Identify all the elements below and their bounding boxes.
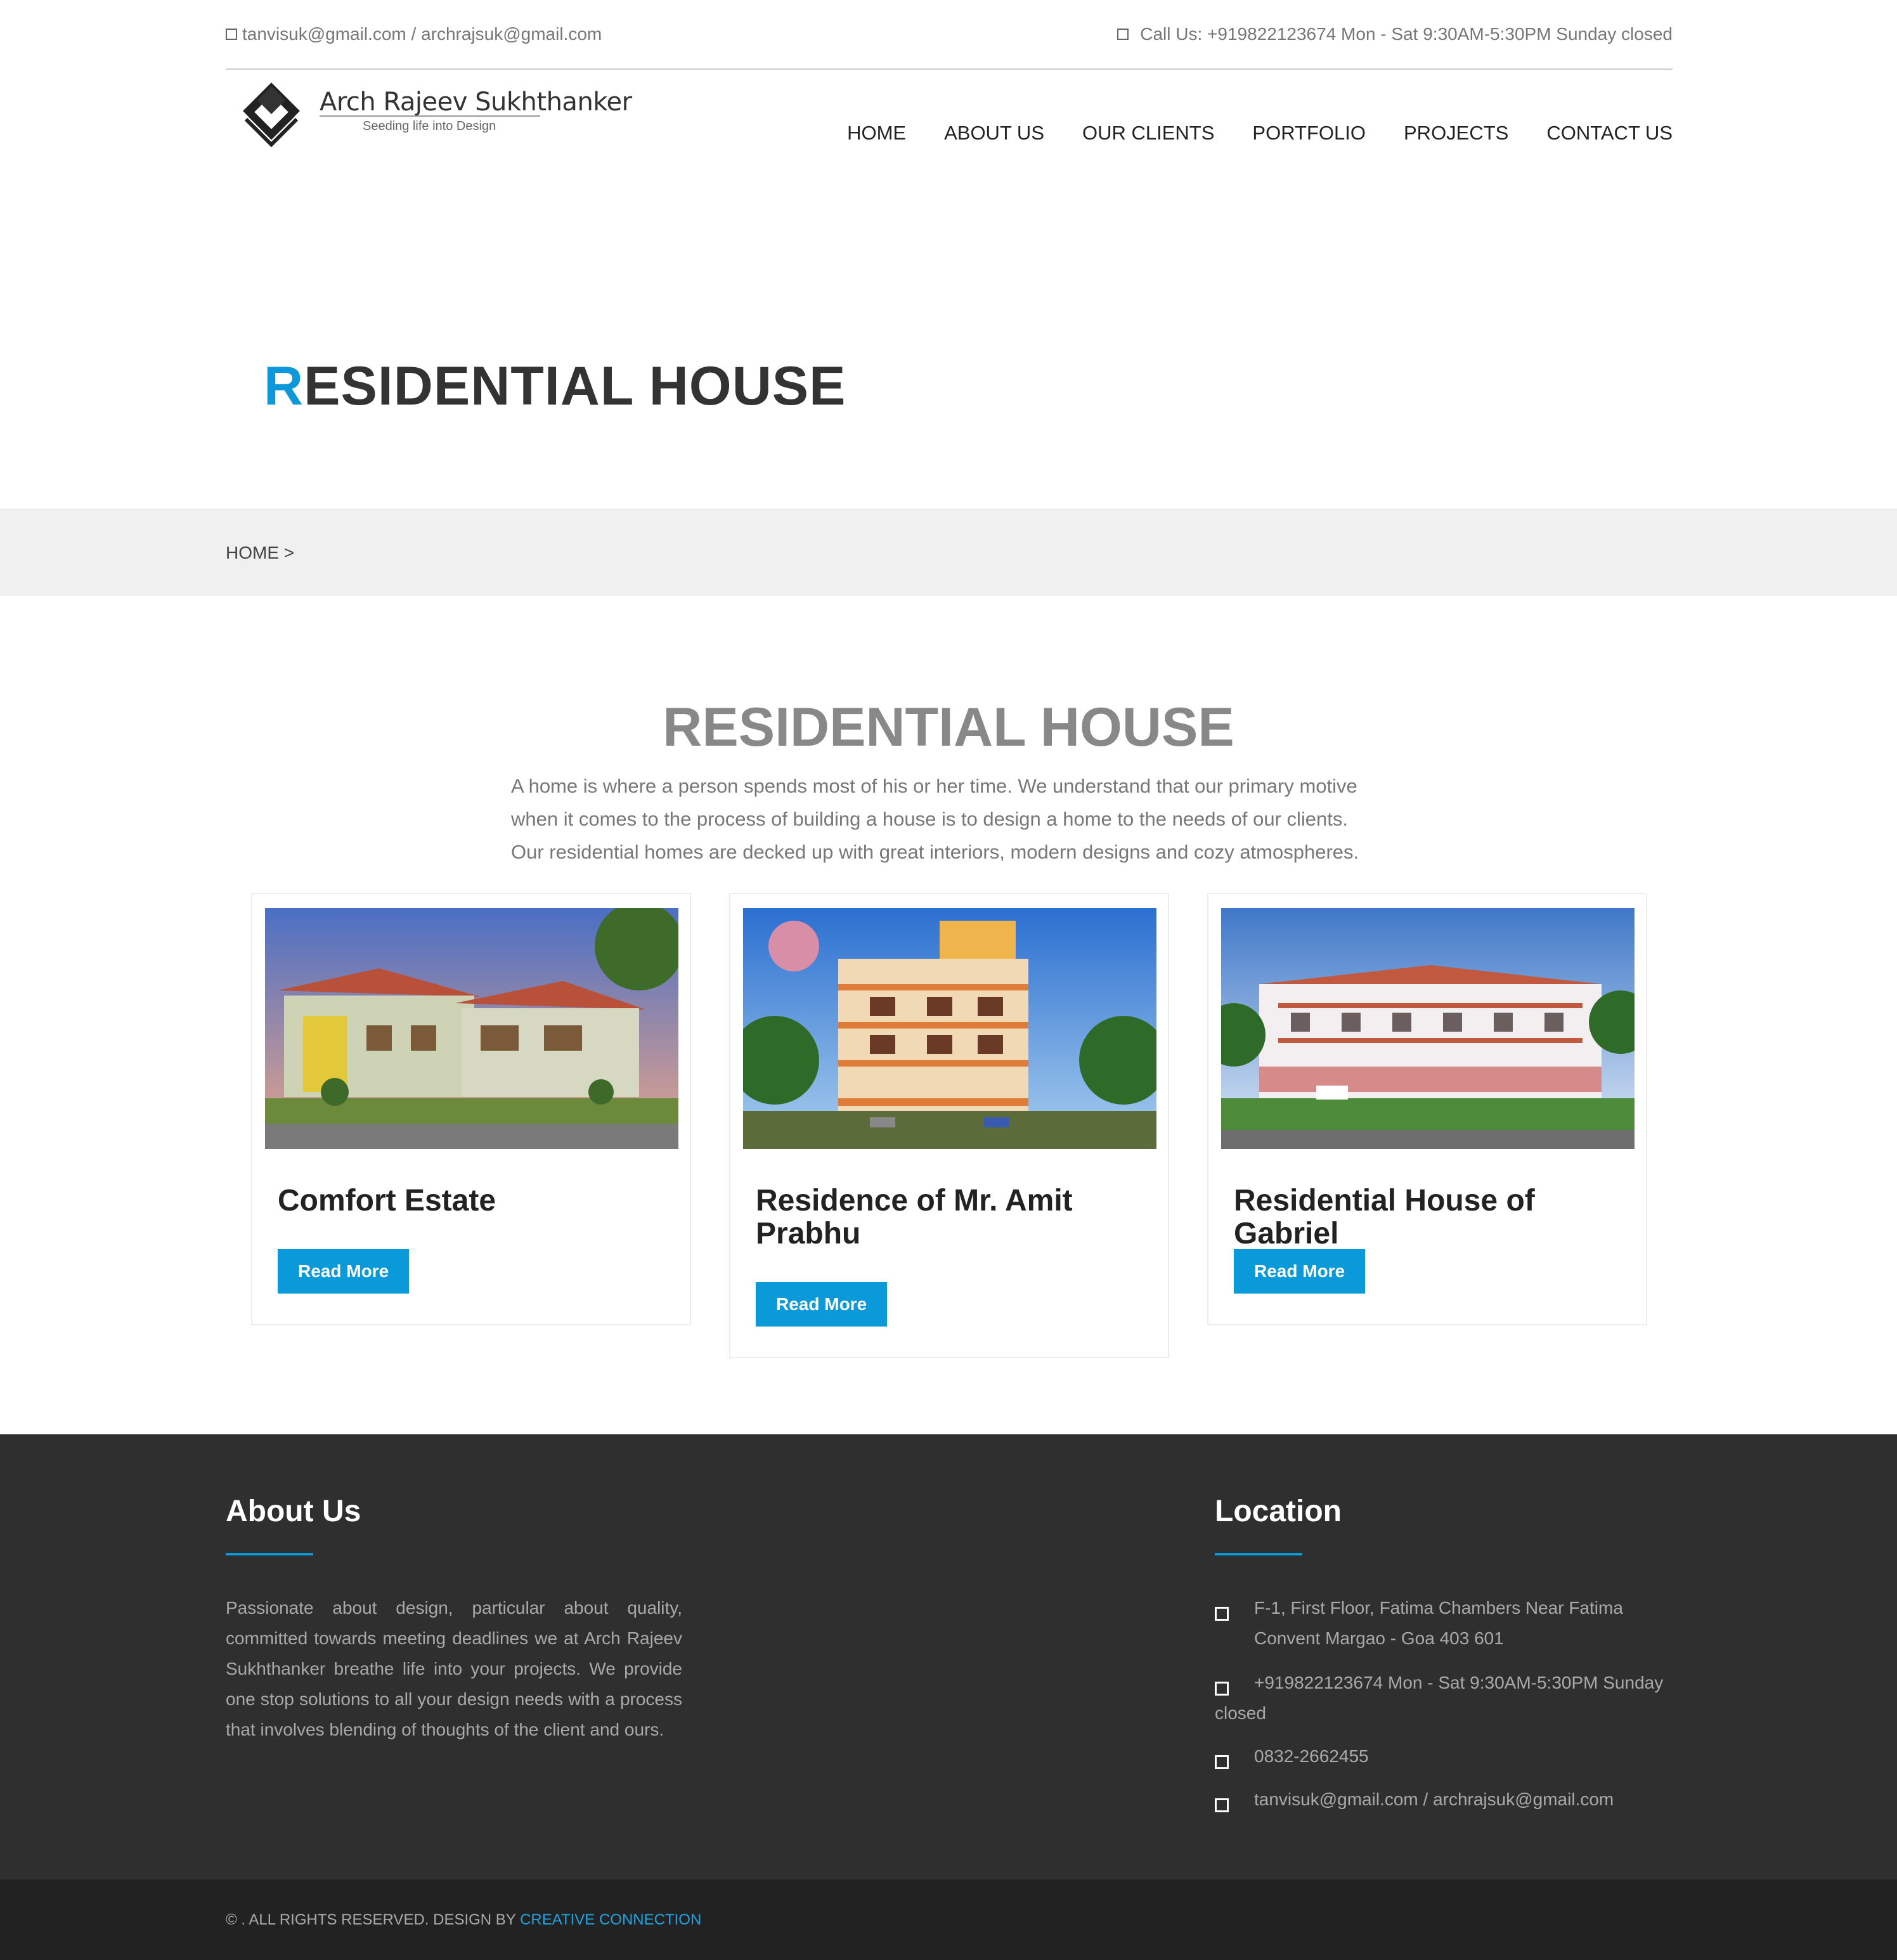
- site-logo[interactable]: Arch Rajeev Sukhthanker Seeding life int…: [232, 75, 632, 156]
- top-call[interactable]: Call Us: +919822123674 Mon - Sat 9:30AM-…: [1117, 24, 1673, 44]
- main-nav: HOME ABOUT US OUR CLIENTS PORTFOLIO PROJ…: [809, 122, 1673, 145]
- project-title[interactable]: Residential House of Gabriel: [1234, 1184, 1627, 1250]
- footer-about-underline: [226, 1553, 313, 1555]
- nav-portfolio[interactable]: PORTFOLIO: [1252, 122, 1366, 145]
- footer-landline: 0832-2662455: [1215, 1741, 1369, 1772]
- envelope-icon: [1215, 1798, 1229, 1812]
- read-more-button[interactable]: Read More: [278, 1249, 410, 1294]
- footer-location-title: Location: [1215, 1495, 1342, 1528]
- logo-divider: [320, 115, 540, 117]
- page-title-rest: ESIDENTIAL HOUSE: [304, 356, 846, 417]
- footer-address: F-1, First Floor, Fatima Chambers Near F…: [1215, 1593, 1671, 1654]
- nav-contact-us[interactable]: CONTACT US: [1546, 122, 1673, 145]
- top-email[interactable]: tanvisuk@gmail.com / archrajsuk@gmail.co…: [226, 24, 602, 44]
- breadcrumb: HOME >: [0, 509, 1897, 596]
- project-image[interactable]: [265, 908, 678, 1149]
- designer-link[interactable]: CREATIVE CONNECTION: [520, 1911, 701, 1928]
- phone-icon: [1215, 1755, 1229, 1769]
- section-intro: A home is where a person spends most of …: [511, 775, 1359, 863]
- copyright-label: © . ALL RIGHTS RESERVED. DESIGN BY: [226, 1911, 516, 1928]
- page-title: RESIDENTIAL HOUSE: [264, 355, 846, 418]
- nav-our-clients[interactable]: OUR CLIENTS: [1082, 122, 1214, 145]
- copyright-bar: © . ALL RIGHTS RESERVED. DESIGN BY CREAT…: [0, 1879, 1897, 1960]
- phone-icon: [1117, 29, 1129, 40]
- read-more-button[interactable]: Read More: [1234, 1249, 1366, 1294]
- footer-about-text: Passionate about design, particular abou…: [226, 1598, 682, 1739]
- nav-home[interactable]: HOME: [847, 122, 906, 145]
- footer-about-title: About Us: [226, 1495, 361, 1528]
- project-card-amit-prabhu: Residence of Mr. Amit Prabhu Read More: [729, 893, 1169, 1358]
- copyright-text: © . ALL RIGHTS RESERVED. DESIGN BY CREAT…: [226, 1911, 701, 1929]
- envelope-icon: [226, 29, 237, 40]
- page-title-initial: R: [264, 356, 304, 417]
- project-title[interactable]: Comfort Estate: [278, 1184, 671, 1217]
- footer-address-text: F-1, First Floor, Fatima Chambers Near F…: [1254, 1598, 1623, 1648]
- section-title: RESIDENTIAL HOUSE: [663, 697, 1234, 758]
- nav-about-us[interactable]: ABOUT US: [944, 122, 1044, 145]
- footer-email[interactable]: tanvisuk@gmail.com / archrajsuk@gmail.co…: [1215, 1784, 1614, 1815]
- map-marker-icon: [1215, 1607, 1229, 1621]
- project-card-gabriel: Residential House of Gabriel Read More: [1207, 893, 1647, 1325]
- top-email-text: tanvisuk@gmail.com / archrajsuk@gmail.co…: [242, 24, 602, 44]
- top-call-text: Call Us: +919822123674 Mon - Sat 9:30AM-…: [1140, 24, 1673, 44]
- project-image[interactable]: [743, 908, 1156, 1149]
- footer-email-text: tanvisuk@gmail.com / archrajsuk@gmail.co…: [1254, 1789, 1614, 1809]
- project-image[interactable]: [1221, 908, 1635, 1149]
- footer-phone-text: +919822123674 Mon - Sat 9:30AM-5:30PM Su…: [1215, 1673, 1664, 1723]
- footer-landline-text: 0832-2662455: [1254, 1746, 1369, 1766]
- logo-title: Arch Rajeev Sukhthanker: [320, 88, 632, 117]
- project-card-comfort-estate: Comfort Estate Read More: [251, 893, 691, 1325]
- footer-phone: +919822123674 Mon - Sat 9:30AM-5:30PM Su…: [1215, 1668, 1671, 1729]
- logo-mark-icon: [243, 82, 300, 148]
- mobile-icon: [1215, 1682, 1229, 1696]
- nav-projects[interactable]: PROJECTS: [1404, 122, 1508, 145]
- footer-location-underline: [1215, 1553, 1302, 1555]
- logo-tagline: Seeding life into Design: [363, 119, 496, 133]
- read-more-button[interactable]: Read More: [756, 1282, 888, 1327]
- top-bar: tanvisuk@gmail.com / archrajsuk@gmail.co…: [226, 0, 1673, 70]
- project-title[interactable]: Residence of Mr. Amit Prabhu: [756, 1184, 1149, 1250]
- breadcrumb-home[interactable]: HOME >: [226, 543, 294, 563]
